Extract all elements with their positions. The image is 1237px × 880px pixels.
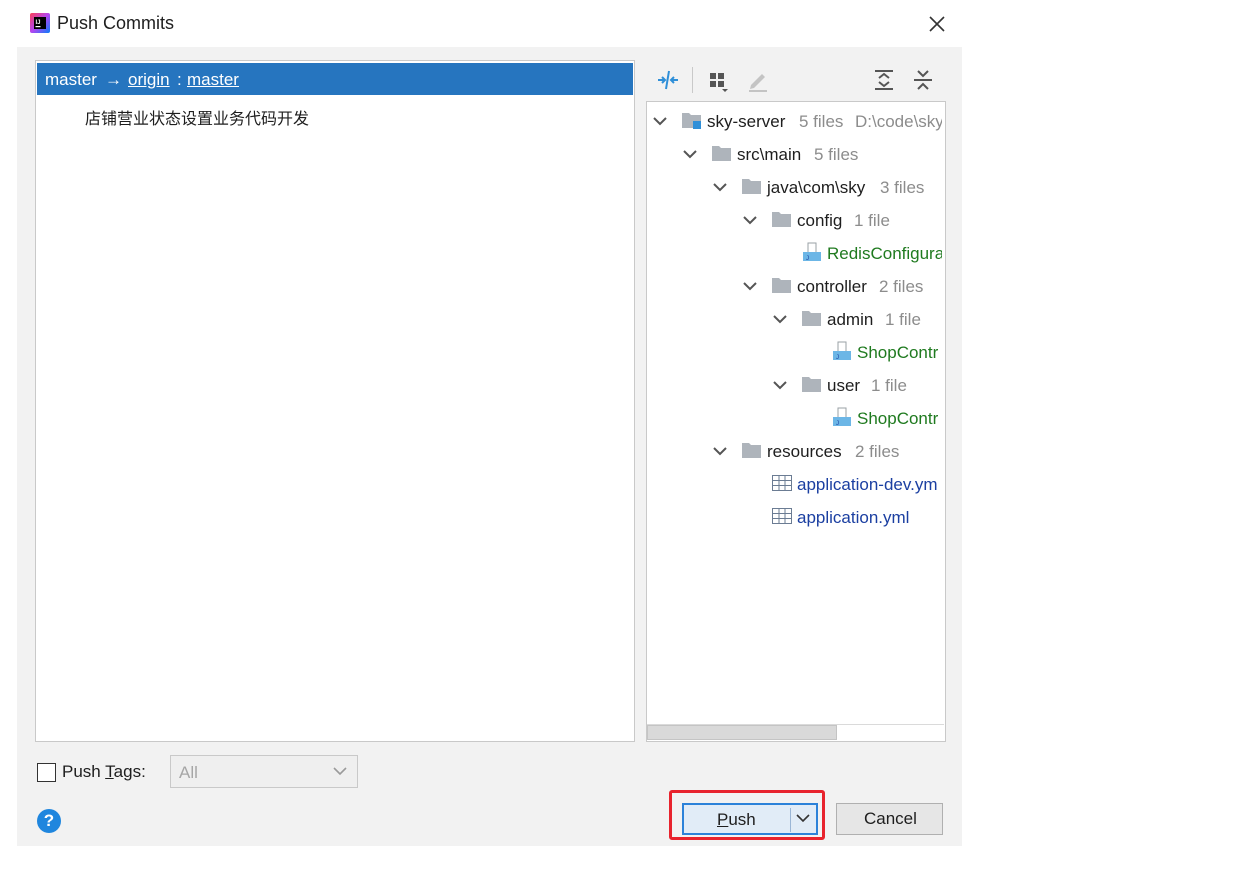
tree-node-label: src\main: [737, 145, 802, 164]
tree-node-java-com-sky[interactable]: java\com\sky 3 files: [710, 175, 942, 205]
tree-node-count: 1 file: [854, 211, 890, 230]
compare-icon[interactable]: [655, 67, 681, 93]
tree-node-label: sky-server: [707, 112, 786, 131]
push-tags-select[interactable]: All: [170, 755, 358, 788]
local-branch: master: [45, 70, 97, 89]
tree-node-label: admin: [827, 310, 874, 329]
tree-node-count: 2 files: [855, 442, 900, 461]
branch-row[interactable]: master → origin : master: [37, 63, 633, 95]
chevron-down-icon[interactable]: [772, 311, 788, 327]
yaml-file-icon: [772, 475, 792, 491]
tree-node-resources[interactable]: resources 2 files: [710, 439, 942, 469]
chevron-down-icon[interactable]: [772, 377, 788, 393]
tree-node-count: 2 files: [879, 277, 924, 296]
close-icon[interactable]: [925, 12, 949, 36]
folder-icon: [742, 179, 761, 194]
horizontal-scrollbar-thumb[interactable]: [647, 725, 837, 740]
push-tags-label: Push Tags:: [62, 762, 146, 781]
help-icon[interactable]: ?: [37, 809, 61, 833]
tree-node-label: controller: [797, 277, 867, 296]
tree-node-label: application.yml: [797, 508, 910, 527]
java-file-icon: J: [833, 407, 851, 427]
commit-message[interactable]: 店铺营业状态设置业务代码开发: [85, 105, 309, 129]
folder-icon: [742, 443, 761, 458]
branch-separator: :: [177, 70, 182, 89]
folder-icon: [802, 311, 821, 326]
tree-node-controller[interactable]: controller 2 files: [740, 274, 942, 304]
chevron-down-icon[interactable]: [796, 813, 810, 823]
chevron-down-icon[interactable]: [712, 179, 728, 195]
folder-icon: [712, 146, 731, 161]
toolbar-separator: [692, 67, 693, 93]
collapse-all-icon[interactable]: [910, 67, 936, 93]
folder-icon: [802, 377, 821, 392]
tree-file-application-dev-yml[interactable]: application-dev.ym: [770, 472, 942, 502]
tree-node-count: 5 files: [814, 145, 859, 164]
chevron-down-icon[interactable]: [682, 146, 698, 162]
tree-node-user[interactable]: user 1 file: [770, 373, 942, 403]
push-button-divider: [790, 808, 791, 832]
tree-file-application-yml[interactable]: application.yml: [770, 505, 942, 535]
tree-node-label: config: [797, 211, 843, 230]
tree-node-count: 1 file: [871, 376, 907, 395]
cancel-button-label: Cancel: [864, 809, 917, 828]
chevron-down-icon[interactable]: [652, 113, 668, 129]
tree-node-count: 1 file: [885, 310, 921, 329]
push-button[interactable]: Push: [682, 803, 818, 835]
svg-text:J: J: [836, 421, 839, 427]
tree-file-redis-configuration[interactable]: J RedisConfigura: [800, 241, 942, 271]
tree-node-label: RedisConfigura: [827, 244, 942, 263]
tree-node-src-main[interactable]: src\main 5 files: [680, 142, 942, 172]
push-tags-checkbox[interactable]: [37, 763, 56, 782]
chevron-down-icon[interactable]: [742, 212, 758, 228]
yaml-file-icon: [772, 508, 792, 524]
expand-all-icon[interactable]: [871, 67, 897, 93]
tree-file-shop-controller-admin[interactable]: J ShopContr: [830, 340, 942, 370]
intellij-idea-icon: IJ: [30, 13, 50, 33]
tree-node-count: 5 files: [799, 112, 844, 131]
edit-icon[interactable]: [745, 67, 771, 93]
folder-icon: [772, 278, 791, 293]
chevron-down-icon[interactable]: [712, 443, 728, 459]
tree-file-shop-controller-user[interactable]: J ShopContr: [830, 406, 942, 436]
svg-text:J: J: [806, 256, 809, 262]
tree-node-label: java\com\sky: [767, 178, 866, 197]
tree-node-path: D:\code\sky: [855, 112, 942, 131]
commits-panel: [35, 60, 635, 742]
svg-text:J: J: [836, 355, 839, 361]
tree-node-label: application-dev.ym: [797, 475, 938, 494]
tree-node-label: ShopContr: [857, 409, 939, 428]
java-file-icon: J: [833, 341, 851, 361]
tree-node-sky-server[interactable]: sky-server 5 files D:\code\sky: [650, 109, 942, 139]
push-tags-select-value: All: [179, 763, 198, 782]
tree-node-label: resources: [767, 442, 842, 461]
push-button-label: Push: [717, 810, 756, 829]
cancel-button[interactable]: Cancel: [836, 803, 943, 835]
module-folder-icon: [682, 113, 701, 129]
java-file-icon: J: [803, 242, 821, 262]
tree-node-label: user: [827, 376, 861, 395]
group-by-icon[interactable]: [706, 67, 732, 93]
remote-branch-link[interactable]: master: [187, 70, 239, 90]
svg-text:IJ: IJ: [36, 20, 41, 26]
tree-node-label: ShopContr: [857, 343, 939, 362]
chevron-down-icon: [333, 767, 347, 776]
tree-node-config[interactable]: config 1 file: [740, 208, 942, 238]
dialog-title: Push Commits: [57, 13, 175, 33]
remote-name-link[interactable]: origin: [128, 70, 170, 90]
chevron-down-icon[interactable]: [742, 278, 758, 294]
folder-icon: [772, 212, 791, 227]
tree-node-admin[interactable]: admin 1 file: [770, 307, 942, 337]
push-arrow: →: [105, 70, 122, 89]
tree-node-count: 3 files: [880, 178, 925, 197]
